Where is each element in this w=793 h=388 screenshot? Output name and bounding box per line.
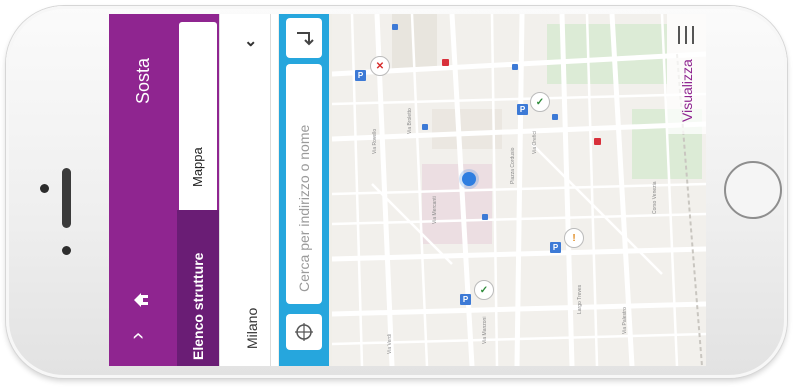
- home-icon[interactable]: [131, 290, 151, 310]
- map-label: Largo Treves: [577, 284, 583, 314]
- parking-available-pin[interactable]: ✓: [474, 280, 494, 300]
- check-icon: ✓: [535, 96, 545, 108]
- map-marker-icon: [552, 114, 558, 120]
- metro-icon: [594, 138, 601, 145]
- cross-icon: ✕: [375, 60, 385, 72]
- map-marker-icon: [482, 214, 488, 220]
- search-go-button[interactable]: [286, 18, 322, 58]
- visualizza-label[interactable]: Visualizza: [679, 59, 695, 122]
- warning-icon: !: [572, 232, 576, 244]
- earpiece-speaker: [62, 168, 71, 228]
- parking-full-pin[interactable]: ✕: [370, 56, 390, 76]
- map-label: Via Orefici: [532, 131, 538, 154]
- app-header: › Sosta: [109, 14, 177, 366]
- chevron-down-icon[interactable]: ⌄: [244, 34, 257, 50]
- map-label: Via Verdi: [387, 334, 393, 354]
- parking-icon: P: [460, 294, 471, 305]
- map-label: Via Manzoni: [482, 316, 488, 344]
- phone-frame: Via Rovello Via Broletto Via Mercanti Pi…: [6, 6, 787, 378]
- search-input[interactable]: Cerca per indirizzo o nome: [286, 64, 322, 304]
- home-button[interactable]: [724, 161, 782, 219]
- metro-icon: [442, 59, 449, 66]
- map-label: Via Palestro: [622, 307, 628, 334]
- map-label: Via Broletto: [407, 108, 413, 134]
- app-screen: Via Rovello Via Broletto Via Mercanti Pi…: [109, 14, 706, 366]
- parking-icon: P: [355, 70, 366, 81]
- map-label: Piazza Cordusio: [510, 147, 516, 184]
- tab-mappa[interactable]: Mappa: [179, 22, 217, 210]
- map-view[interactable]: Via Rovello Via Broletto Via Mercanti Pi…: [332, 14, 706, 366]
- search-placeholder: Cerca per indirizzo o nome: [296, 124, 312, 292]
- hamburger-menu-icon[interactable]: [675, 24, 697, 46]
- proximity-sensor: [62, 246, 71, 255]
- parking-icon: P: [517, 104, 528, 115]
- parking-limited-pin[interactable]: !: [564, 228, 584, 248]
- map-label: Via Mercanti: [432, 196, 438, 224]
- return-arrow-icon: [297, 32, 314, 46]
- page-title: Sosta: [133, 57, 153, 104]
- tab-bar: Elenco strutture Mappa: [177, 14, 219, 366]
- check-icon: ✓: [479, 284, 489, 296]
- map-marker-icon: [392, 24, 398, 30]
- tab-mappa-label: Mappa: [190, 147, 205, 187]
- map-label: Via Rovello: [372, 128, 378, 154]
- tab-elenco-label: Elenco strutture: [190, 252, 206, 360]
- parking-available-pin[interactable]: ✓: [530, 92, 550, 112]
- city-selector[interactable]: Milano ⌄: [219, 14, 278, 366]
- tab-elenco-strutture[interactable]: Elenco strutture: [177, 210, 219, 366]
- map-marker-icon: [512, 64, 518, 70]
- map-marker-icon: [422, 124, 428, 130]
- locate-button[interactable]: [286, 314, 322, 350]
- search-panel: Cerca per indirizzo o nome: [279, 14, 329, 366]
- chevron-left-icon[interactable]: ›: [124, 326, 149, 346]
- front-camera: [40, 184, 49, 193]
- divider: [270, 14, 271, 366]
- city-value: Milano: [244, 307, 260, 349]
- current-location-dot: [462, 172, 476, 186]
- parking-icon: P: [550, 242, 561, 253]
- map-label: Corso Venezia: [652, 181, 658, 214]
- crosshair-icon: [295, 323, 313, 341]
